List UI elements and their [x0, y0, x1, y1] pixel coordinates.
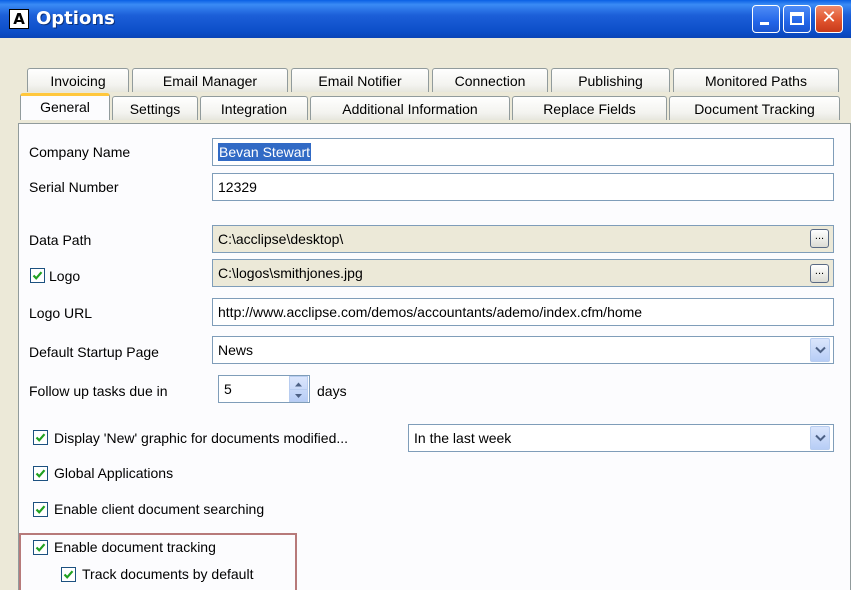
checkmark-icon	[35, 469, 46, 478]
logo-browse-button[interactable]: ...	[810, 264, 829, 283]
display-new-checkbox[interactable]	[33, 430, 48, 445]
company-name-field[interactable]: Bevan Stewart	[212, 138, 834, 166]
client-search-label: Enable client document searching	[54, 501, 265, 517]
logo-url-field[interactable]: http://www.acclipse.com/demos/accountant…	[212, 298, 834, 326]
default-startup-page-value: News	[218, 342, 254, 358]
checkmark-icon	[63, 570, 74, 579]
tab-publishing[interactable]: Publishing	[551, 68, 670, 92]
serial-number-field[interactable]: 12329	[212, 173, 834, 201]
modified-period-value: In the last week	[414, 430, 512, 446]
checkmark-icon	[35, 543, 46, 552]
company-name-value: Bevan Stewart	[218, 143, 312, 161]
logo-label: Logo	[49, 268, 81, 284]
logo-url-label: Logo URL	[29, 305, 93, 321]
track-default-label: Track documents by default	[82, 566, 254, 582]
tab-email-notifier[interactable]: Email Notifier	[291, 68, 429, 92]
doc-tracking-label: Enable document tracking	[54, 539, 216, 555]
follow-up-spinner[interactable]	[289, 376, 308, 402]
follow-up-unit: days	[317, 383, 347, 399]
close-icon: ✕	[821, 7, 837, 28]
data-path-label: Data Path	[29, 232, 92, 248]
chevron-down-icon	[815, 346, 826, 354]
spin-down-button[interactable]	[290, 389, 307, 401]
follow-up-label: Follow up tasks due in	[29, 383, 168, 399]
startup-page-dropdown-button[interactable]	[810, 338, 830, 362]
chevron-down-icon	[815, 434, 826, 442]
modified-period-select[interactable]: In the last week	[408, 424, 834, 452]
checkmark-icon	[35, 505, 46, 514]
data-path-field[interactable]: C:\acclipse\desktop\	[212, 225, 834, 253]
maximize-icon	[790, 12, 804, 25]
minimize-button[interactable]	[752, 5, 780, 33]
global-applications-label: Global Applications	[54, 465, 174, 481]
tab-settings[interactable]: Settings	[112, 96, 198, 120]
client-search-checkbox[interactable]	[33, 502, 48, 517]
doc-tracking-checkbox[interactable]	[33, 540, 48, 555]
checkmark-icon	[32, 271, 43, 280]
tab-invoicing[interactable]: Invoicing	[27, 68, 129, 92]
close-button[interactable]: ✕	[815, 5, 843, 33]
tab-replace-fields[interactable]: Replace Fields	[512, 96, 667, 120]
default-startup-page-label: Default Startup Page	[29, 344, 159, 360]
tab-additional-information[interactable]: Additional Information	[310, 96, 510, 120]
tab-connection[interactable]: Connection	[432, 68, 548, 92]
text-a-icon: A	[9, 9, 29, 29]
track-default-checkbox[interactable]	[61, 567, 76, 582]
title-bar[interactable]: A Options ✕	[0, 0, 851, 38]
data-path-browse-button[interactable]: ...	[810, 229, 829, 248]
minimize-icon	[760, 22, 769, 25]
logo-path-field[interactable]: C:\logos\smithjones.jpg	[212, 259, 834, 287]
arrow-down-icon	[295, 394, 302, 398]
tab-integration[interactable]: Integration	[200, 96, 308, 120]
tab-monitored-paths[interactable]: Monitored Paths	[673, 68, 839, 92]
tab-general[interactable]: General	[20, 93, 110, 120]
window-title: Options	[36, 8, 115, 29]
logo-checkbox[interactable]	[30, 268, 45, 283]
company-name-label: Company Name	[29, 144, 131, 160]
maximize-button[interactable]	[783, 5, 811, 33]
modified-period-dropdown-button[interactable]	[810, 426, 830, 450]
tab-email-manager[interactable]: Email Manager	[132, 68, 288, 92]
tab-document-tracking[interactable]: Document Tracking	[669, 96, 840, 120]
checkmark-icon	[35, 433, 46, 442]
options-window: A Options ✕ Invoicing Email Manager Emai…	[0, 0, 851, 590]
serial-number-label: Serial Number	[29, 179, 119, 195]
global-applications-checkbox[interactable]	[33, 466, 48, 481]
display-new-label: Display 'New' graphic for documents modi…	[54, 430, 349, 446]
default-startup-page-select[interactable]: News	[212, 336, 834, 364]
